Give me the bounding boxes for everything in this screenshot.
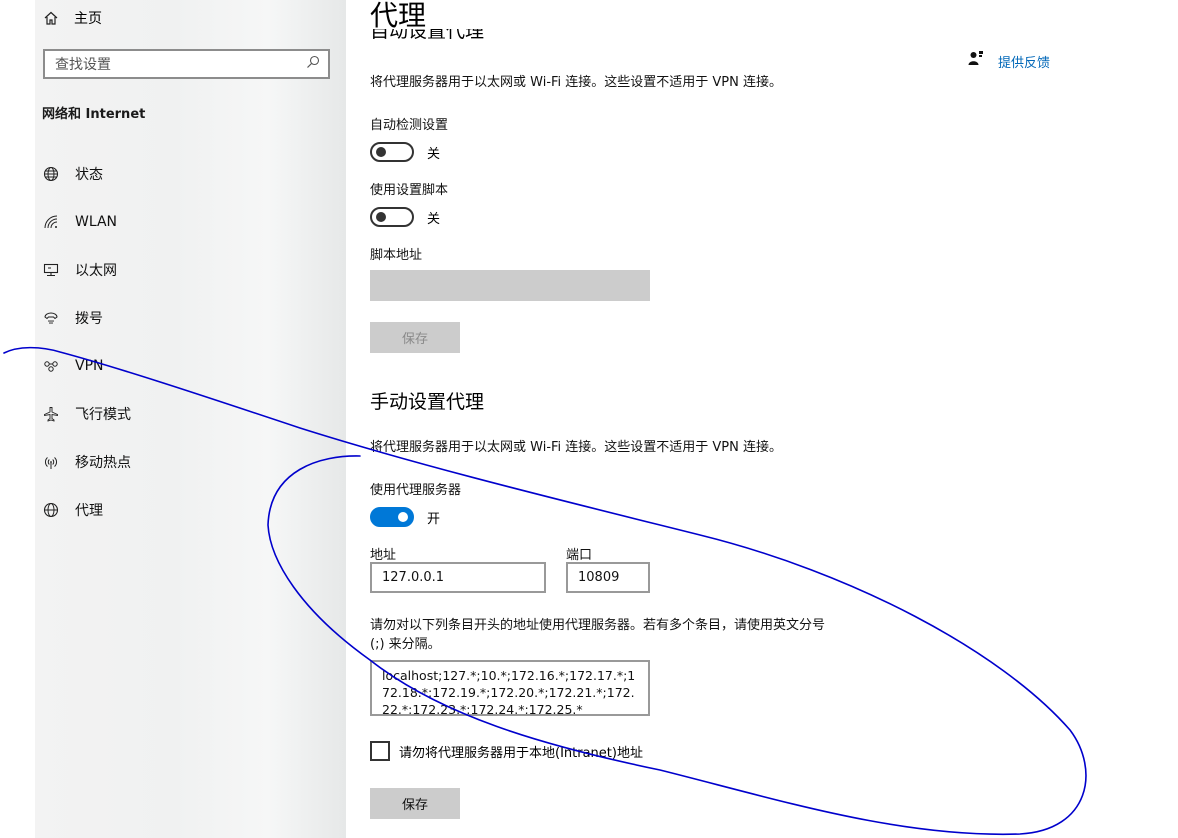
sidebar-item-label: 飞行模式 (75, 407, 131, 423)
address-label: 地址 (370, 548, 397, 563)
use-script-toggle[interactable] (370, 207, 414, 227)
globe-status-icon (42, 165, 60, 183)
toggle-knob (398, 512, 408, 522)
manual-save-button[interactable]: 保存 (370, 788, 460, 819)
sidebar-item-label: 代理 (75, 503, 103, 519)
vpn-icon (42, 357, 60, 375)
search-input[interactable]: 查找设置 (43, 49, 330, 79)
sidebar-item-label: WLAN (75, 214, 118, 230)
feedback-link[interactable]: 提供反馈 (968, 50, 1050, 72)
ethernet-icon (42, 261, 60, 279)
auto-detect-state: 关 (427, 146, 441, 162)
feedback-icon (968, 50, 984, 72)
use-proxy-toggle[interactable] (370, 507, 414, 527)
nav-home[interactable]: 主页 (42, 6, 102, 30)
auto-section-heading: 自动设置代理 (370, 29, 570, 45)
nav-list: 状态 WLAN 以太网 拨号 VPN 飞行模式 移动热点 代理 (42, 150, 131, 534)
exceptions-description: 请勿对以下列条目开头的地址使用代理服务器。若有多个条目，请使用英文分号 (;) … (370, 618, 826, 652)
sidebar-item-vpn[interactable]: VPN (42, 342, 131, 390)
auto-save-button[interactable]: 保存 (370, 322, 460, 353)
sidebar-item-airplane[interactable]: 飞行模式 (42, 390, 131, 438)
sidebar: 主页 查找设置 网络和 Internet 状态 WLAN 以太网 拨号 VPN … (35, 0, 346, 838)
use-proxy-toggle-row: 开 (370, 507, 440, 527)
auto-detect-toggle[interactable] (370, 142, 414, 162)
feedback-label: 提供反馈 (998, 55, 1051, 71)
sidebar-item-dialup[interactable]: 拨号 (42, 294, 131, 342)
bypass-local-label: 请勿将代理服务器用于本地(Intranet)地址 (399, 745, 643, 761)
script-address-label: 脚本地址 (370, 248, 423, 263)
sidebar-item-label: 拨号 (75, 311, 103, 327)
manual-description: 将代理服务器用于以太网或 Wi-Fi 连接。这些设置不适用于 VPN 连接。 (370, 440, 783, 455)
manual-section-heading: 手动设置代理 (370, 391, 485, 413)
port-label: 端口 (566, 548, 593, 563)
nav-home-label: 主页 (74, 11, 102, 27)
toggle-knob (376, 147, 386, 157)
bypass-local-checkbox[interactable] (370, 741, 390, 761)
home-icon (42, 9, 60, 27)
search-icon (306, 55, 320, 73)
sidebar-item-label: VPN (75, 358, 104, 374)
sidebar-item-label: 以太网 (75, 263, 117, 279)
sidebar-section-title: 网络和 Internet (42, 107, 146, 122)
address-field[interactable]: 127.0.0.1 (370, 562, 546, 593)
main-content: 代理 自动设置代理 提供反馈 将代理服务器用于以太网或 Wi-Fi 连接。这些设… (346, 0, 1178, 838)
script-address-input[interactable] (370, 270, 650, 301)
auto-detect-label: 自动检测设置 (370, 118, 449, 133)
sidebar-item-hotspot[interactable]: 移动热点 (42, 438, 131, 486)
search-placeholder: 查找设置 (55, 57, 111, 73)
use-script-label: 使用设置脚本 (370, 183, 449, 198)
sidebar-item-label: 状态 (75, 167, 103, 183)
globe-icon (42, 501, 60, 519)
sidebar-item-proxy[interactable]: 代理 (42, 486, 131, 534)
use-script-toggle-row: 关 (370, 207, 440, 227)
auto-detect-toggle-row: 关 (370, 142, 440, 162)
sidebar-item-wlan[interactable]: WLAN (42, 198, 131, 246)
dialup-icon (42, 309, 60, 327)
sidebar-item-status[interactable]: 状态 (42, 150, 131, 198)
wifi-icon (42, 213, 60, 231)
auto-description: 将代理服务器用于以太网或 Wi-Fi 连接。这些设置不适用于 VPN 连接。 (370, 75, 783, 90)
use-proxy-state: 开 (427, 511, 441, 527)
auto-section-heading-text: 自动设置代理 (370, 29, 485, 42)
airplane-icon (42, 405, 60, 423)
port-field[interactable]: 10809 (566, 562, 650, 593)
use-script-state: 关 (427, 211, 441, 227)
exceptions-textarea[interactable]: localhost;127.*;10.*;172.16.*;172.17.*;1… (370, 660, 650, 716)
left-margin (0, 0, 35, 838)
bypass-local-row: 请勿将代理服务器用于本地(Intranet)地址 (370, 741, 643, 761)
sidebar-item-label: 移动热点 (75, 455, 131, 471)
toggle-knob (376, 212, 386, 222)
hotspot-icon (42, 453, 60, 471)
use-proxy-label: 使用代理服务器 (370, 483, 462, 498)
sidebar-item-ethernet[interactable]: 以太网 (42, 246, 131, 294)
